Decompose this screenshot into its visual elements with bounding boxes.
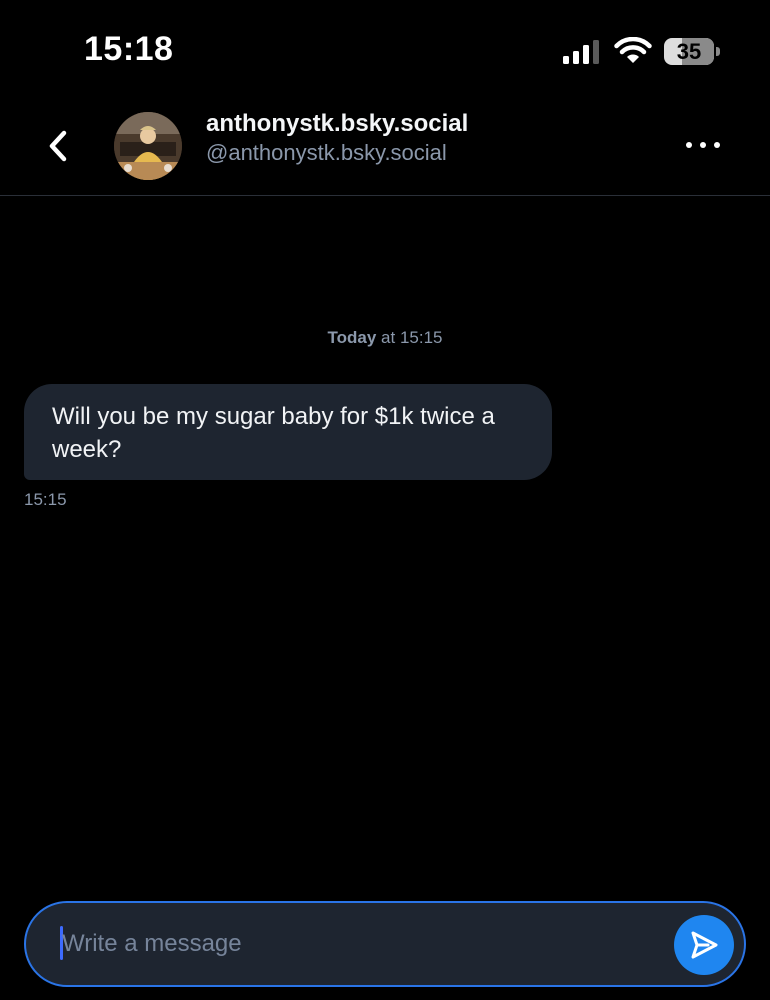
date-divider: Today at 15:15 bbox=[0, 328, 770, 348]
user-handle: @anthonystk.bsky.social bbox=[206, 140, 447, 165]
more-horizontal-icon bbox=[686, 142, 692, 148]
signal-icon bbox=[563, 40, 599, 64]
wifi-icon bbox=[614, 37, 652, 63]
chevron-left-icon bbox=[49, 130, 67, 162]
battery-icon: 35 bbox=[664, 38, 720, 65]
back-button[interactable] bbox=[38, 126, 78, 166]
message-input[interactable] bbox=[62, 926, 622, 962]
send-button[interactable] bbox=[674, 915, 734, 975]
avatar-image bbox=[114, 112, 182, 180]
send-icon bbox=[691, 931, 718, 959]
avatar[interactable] bbox=[114, 112, 182, 180]
battery-level: 35 bbox=[676, 38, 702, 64]
status-bar: 15:18 35 bbox=[0, 0, 770, 100]
date-divider-day: Today bbox=[327, 328, 377, 347]
more-options-button[interactable] bbox=[680, 130, 726, 160]
message-bubble[interactable]: Will you be my sugar baby for $1k twice … bbox=[24, 384, 552, 480]
display-name[interactable]: anthonystk.bsky.social bbox=[206, 110, 468, 138]
message-composer bbox=[24, 901, 746, 987]
date-divider-time: at 15:15 bbox=[381, 328, 443, 347]
conversation-header: anthonystk.bsky.social @anthonystk.bsky.… bbox=[0, 100, 770, 196]
message-timestamp: 15:15 bbox=[24, 490, 67, 509]
status-time: 15:18 bbox=[84, 30, 174, 68]
